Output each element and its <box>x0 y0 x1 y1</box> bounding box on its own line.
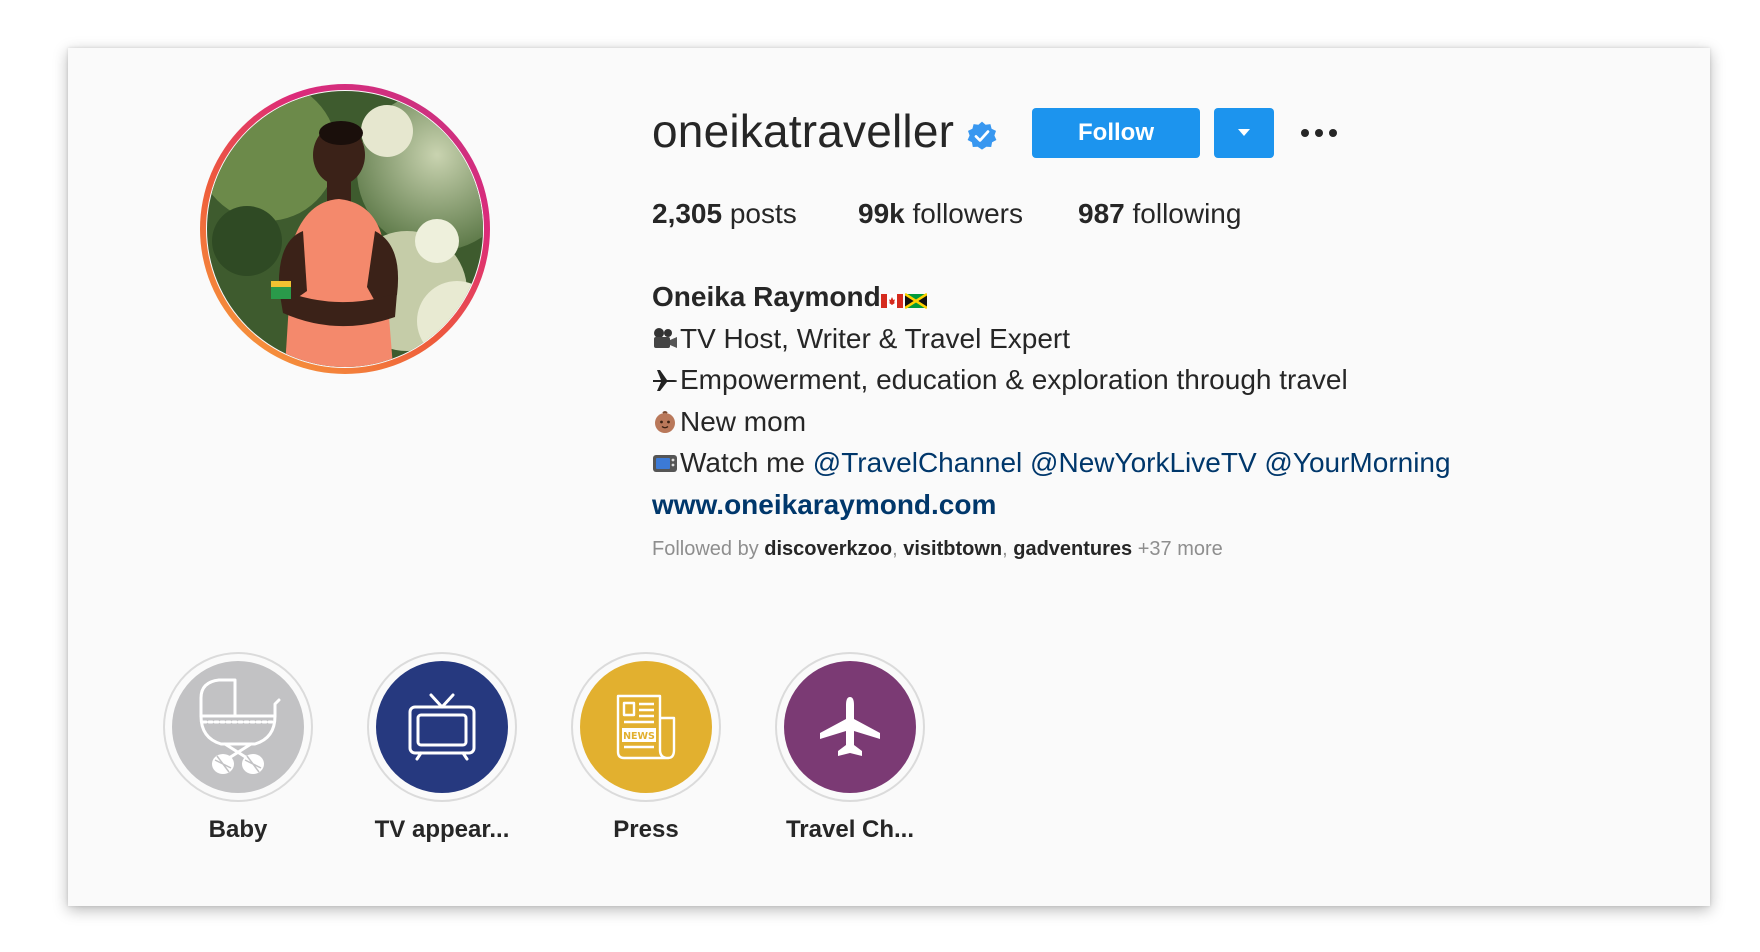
highlight-baby[interactable]: Baby <box>162 652 314 844</box>
television-emoji-icon <box>653 455 677 472</box>
verified-badge-icon <box>966 120 998 152</box>
highlight-press[interactable]: NEWS Press <box>570 652 722 844</box>
website-link[interactable]: www.oneikaraymond.com <box>652 489 996 520</box>
mutual-follower-link[interactable]: discoverkzoo <box>764 538 892 560</box>
highlight-label: Travel Ch... <box>785 816 915 843</box>
avatar-photo <box>207 91 483 367</box>
following-stat[interactable]: 987 following <box>1078 198 1241 230</box>
followed-by-prefix: Followed by <box>652 538 759 560</box>
followers-label: followers <box>912 198 1023 229</box>
chevron-down-icon <box>1238 129 1250 136</box>
profile-avatar[interactable] <box>200 84 490 374</box>
highlight-label: Baby <box>208 816 268 843</box>
highlight-label: Press <box>613 816 679 843</box>
highlight-cover <box>172 661 304 793</box>
mention-link[interactable]: @NewYorkLiveTV <box>1030 447 1257 478</box>
jamaica-flag-icon <box>904 293 927 309</box>
more-options-button[interactable] <box>1294 114 1344 152</box>
baby-emoji-icon <box>655 410 675 433</box>
bio-watch-prefix: Watch me <box>680 447 805 478</box>
canada-flag-icon <box>880 294 903 308</box>
highlight-tv-appearances[interactable]: TV appear... <box>366 652 518 844</box>
bio-line-2: Empowerment, education & exploration thr… <box>680 364 1348 395</box>
tv-icon <box>408 693 476 761</box>
followers-count: 99k <box>858 198 905 229</box>
svg-text:NEWS: NEWS <box>623 731 655 742</box>
following-count: 987 <box>1078 198 1125 229</box>
movie-camera-icon <box>654 327 677 348</box>
baby-carriage-icon <box>199 678 281 774</box>
bio-line-3: New mom <box>680 405 807 437</box>
bio-line-1: TV Host, Writer & Travel Expert <box>680 322 1071 354</box>
following-label: following <box>1132 198 1242 229</box>
suggested-dropdown-button[interactable] <box>1214 108 1274 158</box>
profile-bio: Oneika Raymond TV Host, Writer & Travel … <box>652 276 1451 525</box>
mention-link[interactable]: @YourMorning <box>1264 447 1450 478</box>
posts-label: posts <box>729 198 797 229</box>
airplane-emoji-icon <box>653 370 677 391</box>
highlight-label: TV appear... <box>374 816 510 843</box>
profile-full-name: Oneika Raymond <box>652 281 881 312</box>
profile-username: oneikatraveller <box>652 105 955 157</box>
mutual-follower-link[interactable]: gadventures <box>1013 538 1132 560</box>
followed-by-more: +37 more <box>1137 538 1223 560</box>
follow-button[interactable]: Follow <box>1032 108 1200 158</box>
highlight-travel-channel[interactable]: Travel Ch... <box>774 652 926 844</box>
highlight-cover <box>784 661 916 793</box>
mention-link[interactable]: @TravelChannel <box>813 447 1022 478</box>
profile-card: oneikatraveller Follow 2,305 posts 99k f… <box>68 48 1710 906</box>
highlight-cover <box>376 661 508 793</box>
newspaper-icon: NEWS <box>616 694 676 760</box>
followers-stat[interactable]: 99k followers <box>858 198 1023 230</box>
airplane-icon <box>820 697 880 756</box>
highlight-cover: NEWS <box>580 661 712 793</box>
ellipsis-icon <box>1301 129 1337 137</box>
mutual-follower-link[interactable]: visitbtown <box>903 538 1002 560</box>
posts-count: 2,305 <box>652 198 723 229</box>
followed-by[interactable]: Followed by discoverkzoo, visitbtown, ga… <box>652 538 1223 561</box>
posts-stat: 2,305 posts <box>652 198 797 230</box>
